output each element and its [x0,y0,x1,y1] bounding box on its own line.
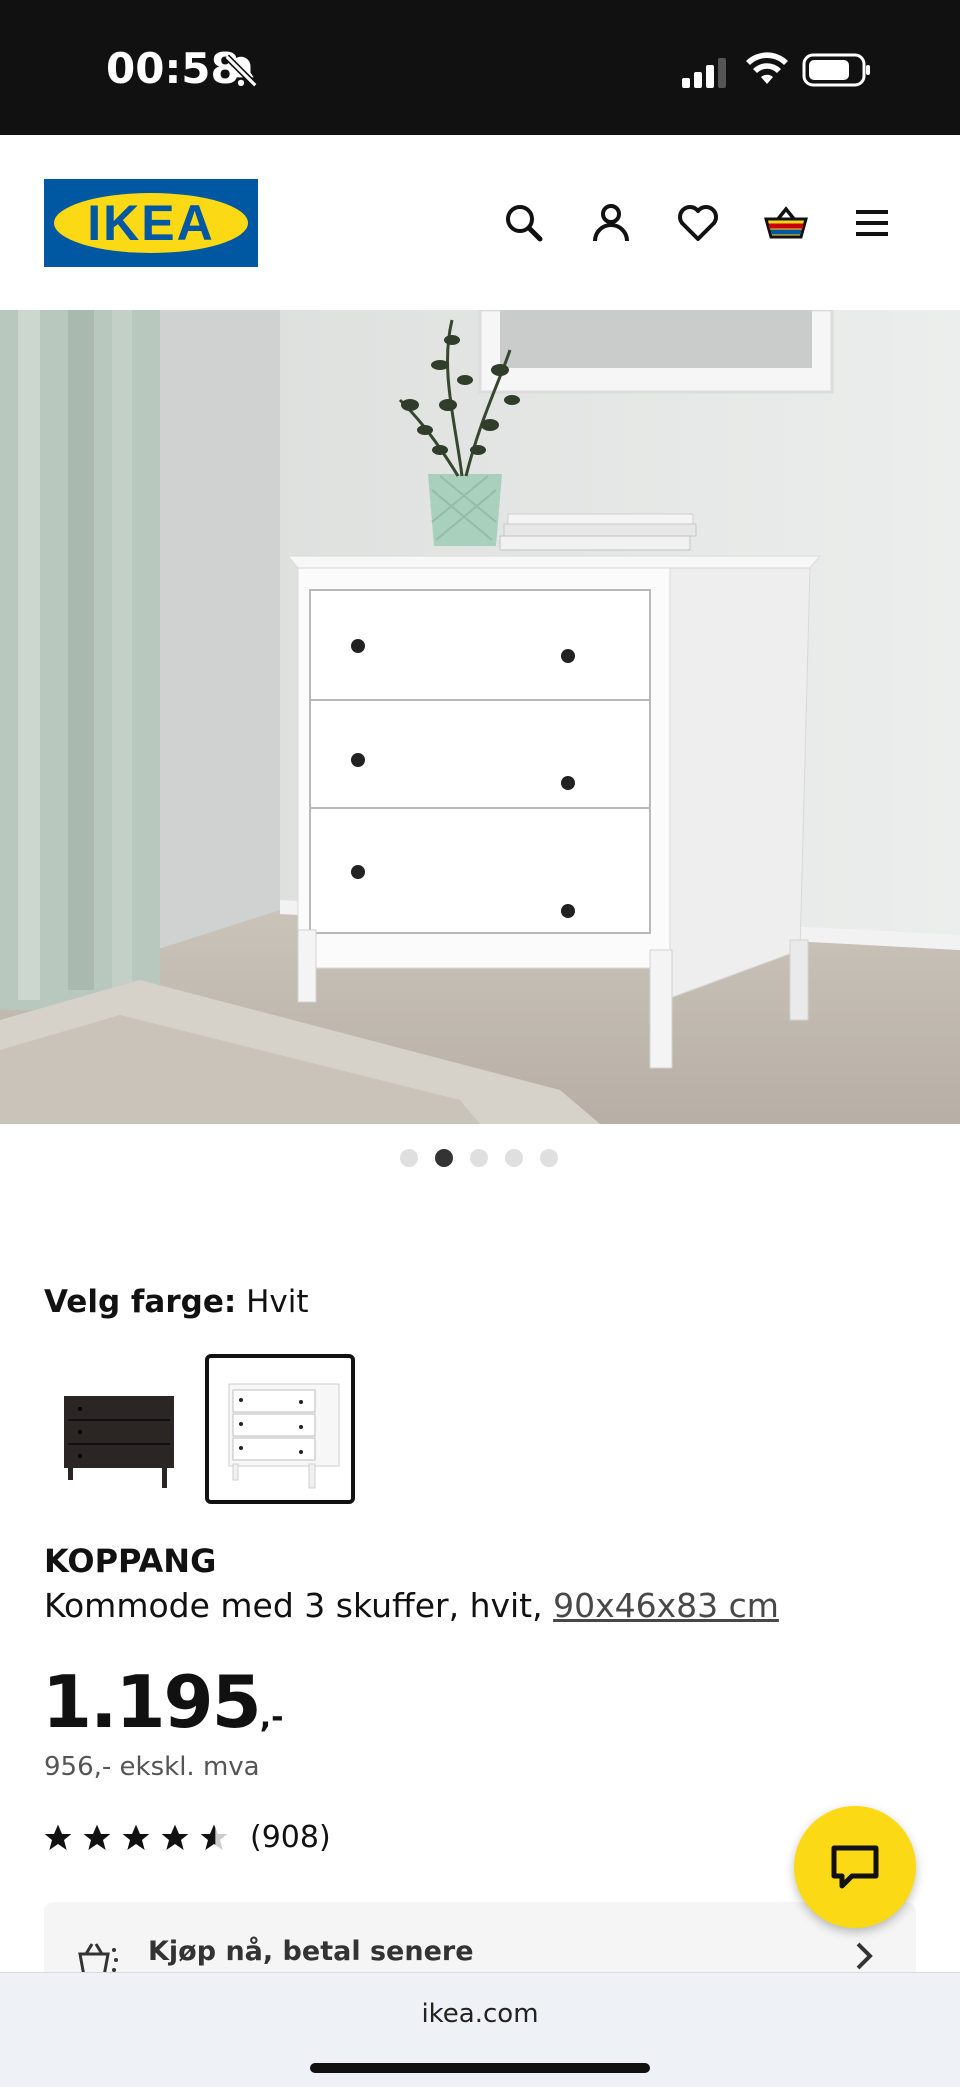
battery-icon [802,53,870,87]
browser-address-bar[interactable]: ikea.com [0,1972,960,2087]
status-bar: 00:58 [0,0,960,135]
heart-icon[interactable] [672,197,724,249]
search-icon[interactable] [498,197,550,249]
carousel-dot[interactable] [540,1149,558,1167]
logo-text: IKEA [87,195,215,251]
star-half-icon [200,1824,228,1850]
price-excl-vat: 956,- ekskl. mva [44,1752,260,1782]
carousel-dot[interactable] [470,1149,488,1167]
star-icon [122,1824,150,1850]
product-price: 1.195,- [42,1660,284,1744]
star-icon [83,1824,111,1850]
url-text[interactable]: ikea.com [0,1999,960,2029]
product-image[interactable] [0,310,960,1124]
basket-icon[interactable] [760,197,812,249]
site-header: IKEA ® [0,135,960,310]
carousel-dot[interactable] [505,1149,523,1167]
color-selected-value: Hvit [246,1284,309,1320]
product-description-text: Kommode med 3 skuffer, hvit, [44,1586,554,1625]
bell-slash-icon [224,54,258,88]
wifi-icon [746,52,788,84]
carousel-dot-active[interactable] [435,1149,453,1167]
logo-registered-mark: ® [238,201,246,212]
menu-icon[interactable] [846,197,898,249]
product-rating[interactable]: (908) [42,1820,382,1860]
color-swatch-black-brown[interactable] [44,1354,194,1504]
chevron-right-icon [856,1942,873,1970]
profile-icon[interactable] [585,197,637,249]
carousel-dot[interactable] [400,1149,418,1167]
price-value: 1.195 [42,1660,262,1744]
ikea-logo[interactable]: IKEA ® [44,179,258,267]
color-label: Velg farge: Hvit [44,1284,309,1320]
product-dimensions-link[interactable]: 90x46x83 cm [553,1586,779,1625]
status-time: 00:58 [106,44,240,93]
signal-icon [682,58,726,88]
chat-button[interactable] [794,1806,916,1928]
chat-bubble-icon [831,1845,879,1889]
product-description: Kommode med 3 skuffer, hvit, 90x46x83 cm [44,1586,779,1625]
home-indicator[interactable] [310,2063,650,2073]
star-icon [161,1824,189,1850]
color-label-title: Velg farge: [44,1284,237,1320]
product-name: KOPPANG [44,1542,217,1580]
price-suffix: ,- [259,1700,284,1735]
color-swatch-white[interactable] [205,1354,355,1504]
buy-now-pay-later-label: Kjøp nå, betal senere [148,1936,474,1967]
carousel-indicator [400,1149,570,1169]
review-count: (908) [250,1820,331,1855]
star-icon [44,1824,72,1850]
